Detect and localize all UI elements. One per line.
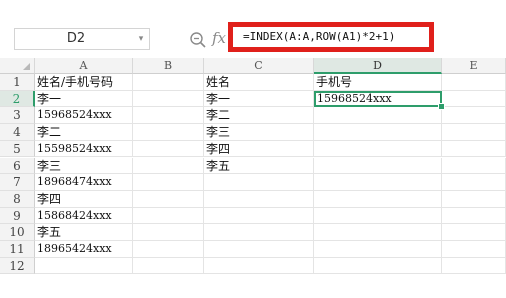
row-header-11[interactable]: 11 (0, 241, 35, 258)
chevron-down-icon[interactable]: ▾ (136, 29, 146, 49)
cell-a4[interactable]: 李二 (35, 124, 133, 141)
name-box-value: D2 (66, 31, 86, 46)
select-all-corner[interactable] (0, 58, 35, 74)
cell-b7[interactable] (133, 174, 204, 191)
cell-d2[interactable]: 15968524xxx (314, 90, 442, 108)
row-header-10[interactable]: 10 (0, 224, 35, 241)
name-box[interactable]: D2 ▾ (14, 28, 150, 50)
cell-a7[interactable]: 18968474xxx (35, 174, 133, 191)
cell-d1[interactable]: 手机号 (314, 74, 442, 91)
column-header-c[interactable]: C (204, 58, 314, 74)
cell-d4[interactable] (314, 124, 442, 141)
cell-c7[interactable] (204, 174, 314, 191)
cell-c9[interactable] (204, 207, 314, 225)
cell-a11[interactable]: 18965424xxx (35, 241, 133, 258)
select-all-triangle-icon (23, 63, 30, 70)
cell-d7[interactable] (314, 174, 442, 191)
cell-c2[interactable]: 李一 (204, 90, 314, 108)
cell-e7[interactable] (442, 174, 506, 191)
cell-c4[interactable]: 李三 (204, 124, 314, 141)
column-header-a[interactable]: A (35, 58, 133, 74)
cell-c11[interactable] (204, 241, 314, 258)
row-header-9[interactable]: 9 (0, 207, 35, 225)
row-header-1[interactable]: 1 (0, 74, 35, 91)
cell-e3[interactable] (442, 107, 506, 125)
row-header-12[interactable]: 12 (0, 257, 35, 275)
cell-b1[interactable] (133, 74, 204, 91)
cell-c6[interactable]: 李五 (204, 157, 314, 175)
cell-e9[interactable] (442, 207, 506, 225)
zoom-icon[interactable] (189, 31, 207, 49)
cell-b4[interactable] (133, 124, 204, 141)
cell-b2[interactable] (133, 90, 204, 108)
cell-a2[interactable]: 李一 (35, 90, 133, 108)
cell-d9[interactable] (314, 207, 442, 225)
cell-a10[interactable]: 李五 (35, 224, 133, 241)
row-header-8[interactable]: 8 (0, 190, 35, 208)
column-header-b[interactable]: B (133, 58, 204, 74)
fill-handle[interactable] (438, 103, 445, 111)
cell-d6[interactable] (314, 157, 442, 175)
cell-a12[interactable] (35, 257, 133, 275)
row-header-7[interactable]: 7 (0, 174, 35, 191)
cell-d10[interactable] (314, 224, 442, 241)
cell-c3[interactable]: 李二 (204, 107, 314, 125)
row-header-4[interactable]: 4 (0, 124, 35, 141)
cell-c8[interactable] (204, 190, 314, 208)
cell-e8[interactable] (442, 190, 506, 208)
cell-b8[interactable] (133, 190, 204, 208)
cell-a5[interactable]: 15598524xxx (35, 140, 133, 158)
cell-d5[interactable] (314, 140, 442, 158)
cell-e12[interactable] (442, 257, 506, 275)
cell-e10[interactable] (442, 224, 506, 241)
row-header-3[interactable]: 3 (0, 107, 35, 125)
cell-c5[interactable]: 李四 (204, 140, 314, 158)
cell-b10[interactable] (133, 224, 204, 241)
cell-e11[interactable] (442, 241, 506, 258)
cell-c12[interactable] (204, 257, 314, 275)
row-header-5[interactable]: 5 (0, 140, 35, 158)
cell-e6[interactable] (442, 157, 506, 175)
row-header-6[interactable]: 6 (0, 157, 35, 175)
cell-b5[interactable] (133, 140, 204, 158)
cell-b11[interactable] (133, 241, 204, 258)
cell-b12[interactable] (133, 257, 204, 275)
cell-c1[interactable]: 姓名 (204, 74, 314, 91)
column-header-d[interactable]: D (314, 58, 442, 74)
cell-a3[interactable]: 15968524xxx (35, 107, 133, 125)
column-header-e[interactable]: E (442, 58, 506, 74)
cell-a9[interactable]: 15868424xxx (35, 207, 133, 225)
cell-d3[interactable] (314, 107, 442, 125)
cell-d12[interactable] (314, 257, 442, 275)
row-header-2[interactable]: 2 (0, 90, 35, 108)
cell-a1[interactable]: 姓名/手机号码 (35, 74, 133, 91)
cell-e4[interactable] (442, 124, 506, 141)
cell-d11[interactable] (314, 241, 442, 258)
cell-a8[interactable]: 李四 (35, 190, 133, 208)
fx-icon[interactable]: fx (212, 29, 226, 47)
spreadsheet-grid[interactable]: A B C D E 1 姓名/手机号码 姓名 手机号 2 李一 李一 15968524xxx 3 15968… (0, 58, 506, 298)
formula-input[interactable]: =INDEX(A:A,ROW(A1)*2+1) (243, 27, 395, 47)
cell-b3[interactable] (133, 107, 204, 125)
cell-a6[interactable]: 李三 (35, 157, 133, 175)
cell-e5[interactable] (442, 140, 506, 158)
formula-input-highlight[interactable]: =INDEX(A:A,ROW(A1)*2+1) (228, 22, 434, 52)
cell-b6[interactable] (133, 157, 204, 175)
cell-e2[interactable] (442, 90, 506, 108)
cell-b9[interactable] (133, 207, 204, 225)
formula-bar: D2 ▾ fx =INDEX(A:A,ROW(A1)*2+1) (0, 22, 506, 56)
cell-e1[interactable] (442, 74, 506, 91)
cell-d8[interactable] (314, 190, 442, 208)
cell-c10[interactable] (204, 224, 314, 241)
